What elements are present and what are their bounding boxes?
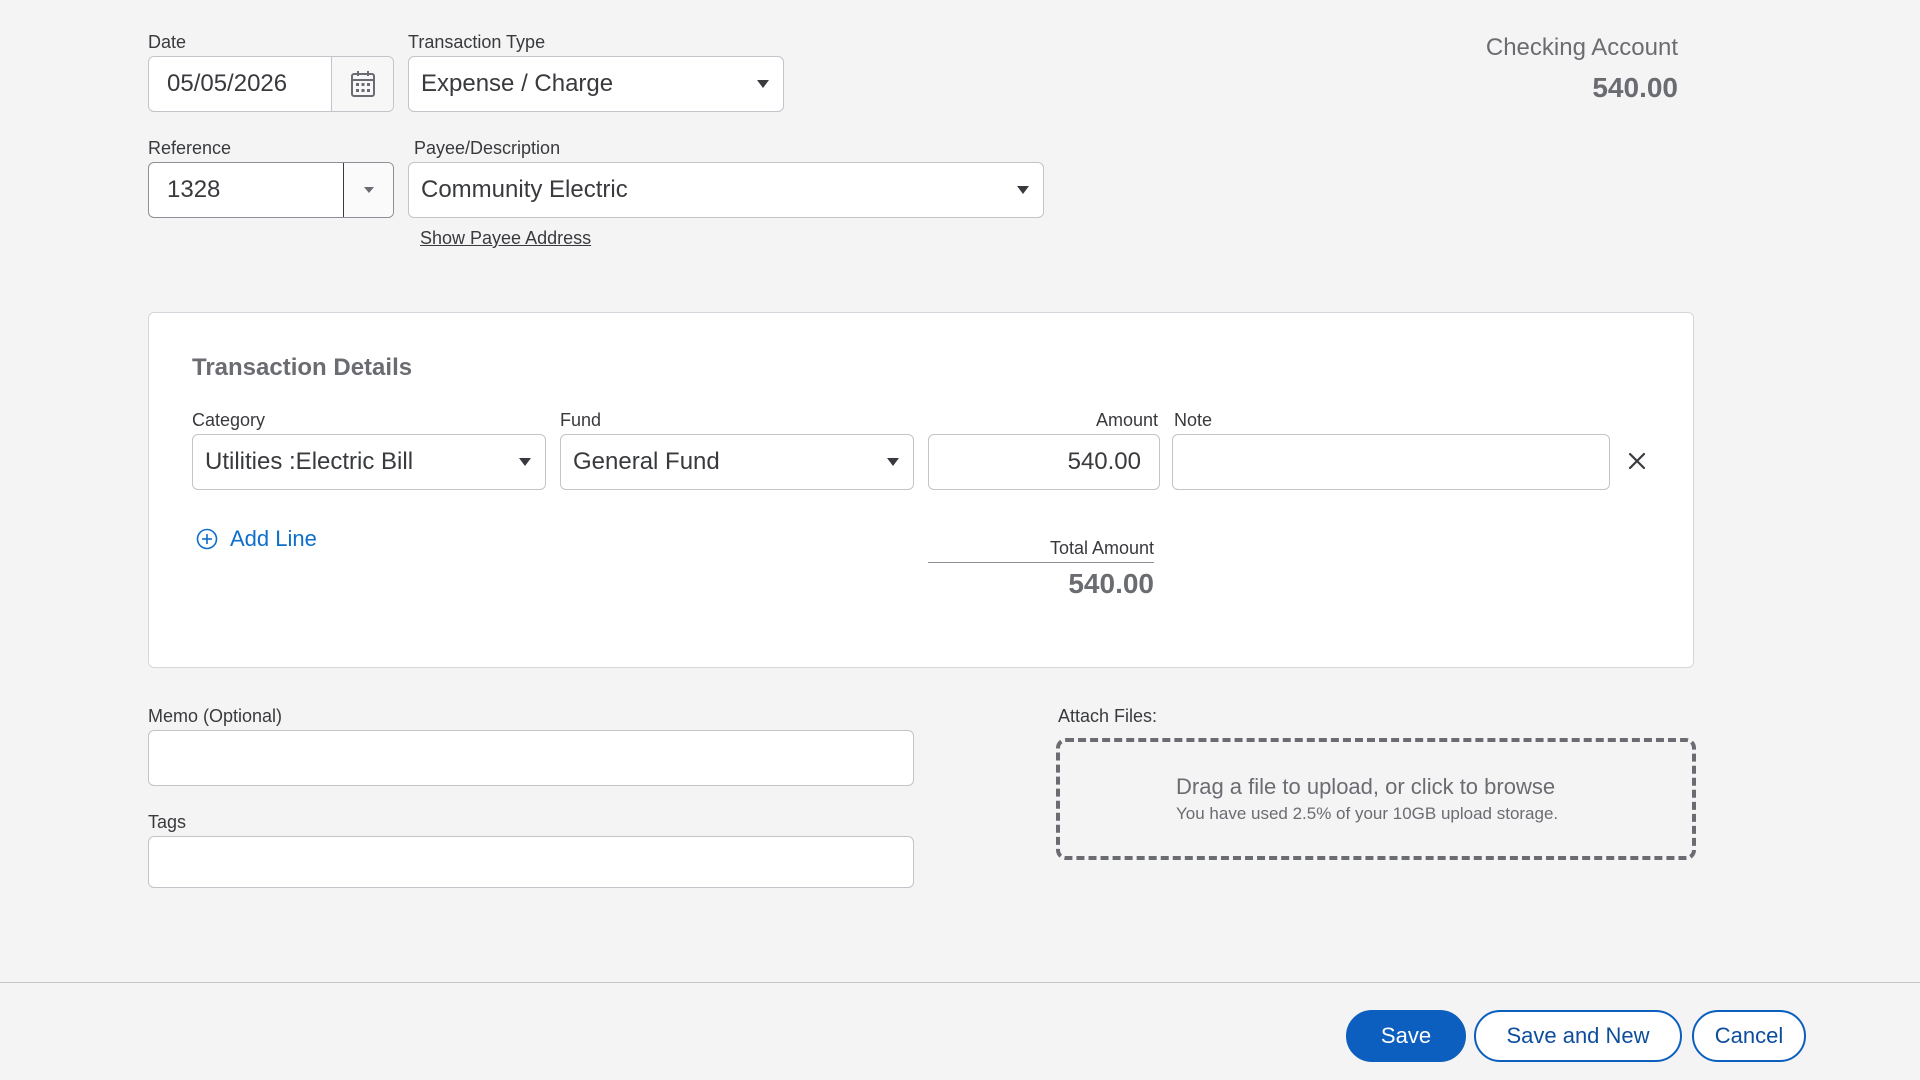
memo-label: Memo (Optional) <box>148 706 283 726</box>
category-column-label: Category <box>192 410 266 430</box>
note-column-label: Note <box>1174 410 1213 430</box>
category-select[interactable]: Utilities :Electric Bill <box>192 434 546 490</box>
payee-select[interactable]: Community Electric <box>408 162 1044 218</box>
total-amount-label: Total Amount <box>1049 538 1154 558</box>
cancel-button[interactable]: Cancel <box>1692 1010 1806 1062</box>
total-divider <box>928 562 1154 563</box>
reference-label: Reference <box>148 138 232 158</box>
transaction-details-title: Transaction Details <box>192 354 413 381</box>
tags-label: Tags <box>148 812 187 832</box>
attach-files-label: Attach Files: <box>1058 706 1158 726</box>
dropzone-main-text: Drag a file to upload, or click to brows… <box>1176 774 1556 799</box>
add-circle-icon <box>196 528 218 550</box>
chevron-down-icon <box>519 458 531 466</box>
note-input[interactable] <box>1172 434 1610 490</box>
chevron-down-icon <box>757 80 769 88</box>
account-name: Checking Account <box>1485 34 1678 61</box>
transaction-form-page: Date 05/05/2026 Transaction Type Expense… <box>0 0 1920 1080</box>
calendar-icon <box>350 71 375 97</box>
dropzone-storage-text: You have used 2.5% of your 10GB upload s… <box>1176 804 1559 823</box>
add-line-label: Add Line <box>230 526 317 551</box>
transaction-type-select[interactable]: Expense / Charge <box>408 56 784 112</box>
payee-value: Community Electric <box>421 176 628 203</box>
account-balance: 540.00 <box>1592 72 1678 103</box>
save-button[interactable]: Save <box>1346 1010 1466 1062</box>
show-payee-address-link[interactable]: Show Payee Address <box>420 228 591 249</box>
date-field[interactable]: 05/05/2026 <box>148 56 394 112</box>
reference-field[interactable]: 1328 <box>148 162 394 218</box>
fund-select[interactable]: General Fund <box>560 434 914 490</box>
footer-divider <box>0 982 1920 983</box>
reference-dropdown-button[interactable] <box>343 163 393 217</box>
date-label: Date <box>148 32 187 52</box>
transaction-type-label: Transaction Type <box>408 32 546 52</box>
category-value: Utilities :Electric Bill <box>205 448 414 475</box>
amount-value[interactable]: 540.00 <box>929 448 1159 476</box>
fund-column-label: Fund <box>560 410 602 430</box>
memo-input[interactable] <box>148 730 914 786</box>
chevron-down-icon <box>363 187 374 193</box>
chevron-down-icon <box>887 458 899 466</box>
close-icon <box>1628 452 1646 470</box>
payee-label: Payee/Description <box>414 138 561 158</box>
transaction-type-value: Expense / Charge <box>421 70 614 97</box>
reference-value[interactable]: 1328 <box>149 176 343 204</box>
amount-column-label: Amount <box>1095 410 1158 430</box>
date-value[interactable]: 05/05/2026 <box>149 70 331 98</box>
add-line-button[interactable]: Add Line <box>196 526 317 552</box>
chevron-down-icon <box>1017 186 1029 194</box>
save-and-new-button[interactable]: Save and New <box>1474 1010 1682 1062</box>
tags-input[interactable] <box>148 836 914 888</box>
amount-input[interactable]: 540.00 <box>928 434 1160 490</box>
total-amount-value: 540.00 <box>1068 568 1154 599</box>
calendar-button[interactable] <box>331 57 393 111</box>
remove-line-button[interactable] <box>1624 448 1650 474</box>
fund-value: General Fund <box>573 448 720 475</box>
